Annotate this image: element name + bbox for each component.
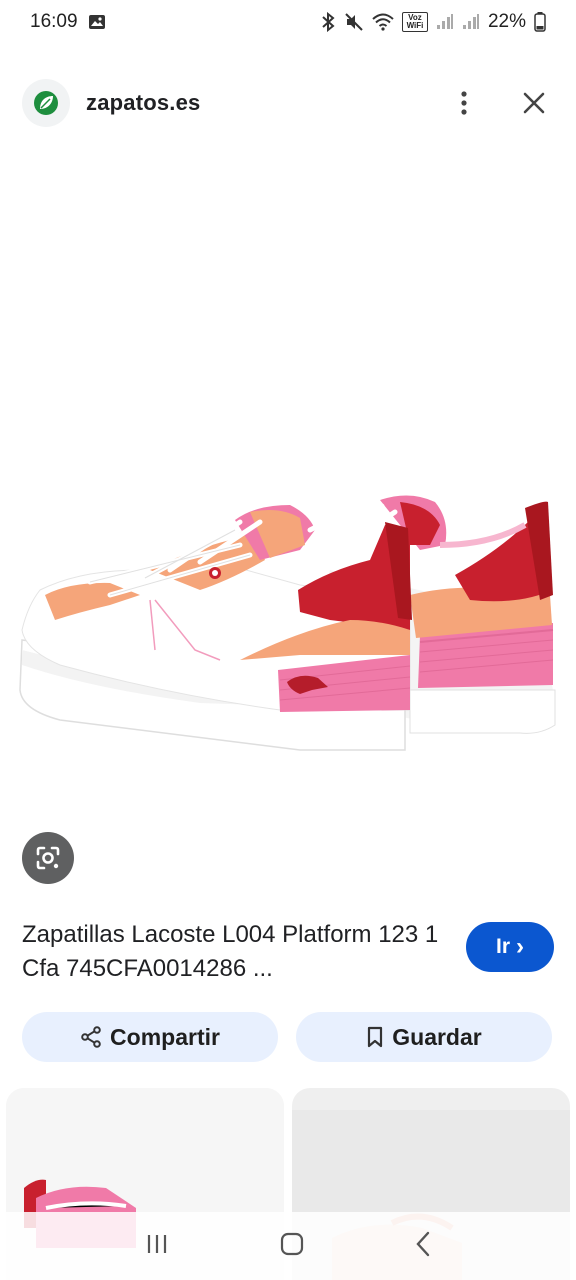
battery-percent: 22% (487, 11, 526, 32)
recent-apps-icon (148, 1234, 167, 1253)
site-header: zapatos.es (0, 72, 576, 134)
more-options-button[interactable] (444, 83, 484, 123)
system-nav-bar (0, 1212, 576, 1280)
mute-icon (344, 12, 364, 32)
image-icon (88, 13, 106, 31)
wifi-icon (372, 13, 394, 31)
back-icon (416, 1231, 429, 1256)
product-title[interactable]: Zapatillas Lacoste L004 Platform 123 1 C… (22, 918, 442, 986)
share-icon (81, 1026, 101, 1048)
lens-icon (36, 846, 60, 870)
close-icon (523, 92, 545, 114)
save-label: Guardar (392, 1023, 482, 1050)
share-button[interactable]: Compartir (22, 1012, 278, 1062)
bluetooth-icon (320, 12, 336, 32)
action-row: Compartir Guardar (22, 1012, 552, 1062)
status-bar: 16:09 Voz WiFi 22% (0, 0, 576, 44)
more-vert-icon (461, 91, 467, 115)
battery-icon (534, 12, 546, 32)
chevron-right-icon: › (516, 933, 524, 960)
visit-button-label: Ir (495, 935, 510, 958)
recent-apps-button[interactable] (145, 1233, 169, 1260)
result-title-row: Zapatillas Lacoste L004 Platform 123 1 C… (22, 918, 554, 986)
signal-icon-2 (462, 14, 480, 30)
site-favicon (22, 79, 70, 127)
signal-icon (436, 14, 454, 30)
front-shoe (19, 497, 412, 751)
product-image[interactable] (0, 150, 576, 900)
leaf-icon (34, 91, 58, 115)
google-lens-button[interactable] (22, 832, 74, 884)
save-button[interactable]: Guardar (296, 1012, 552, 1062)
close-button[interactable] (514, 83, 554, 123)
wifi-calling-label: Voz WiFi (406, 13, 424, 30)
screen: 16:09 Voz WiFi 22% zapatos.es Zapatillas… (0, 0, 576, 1280)
visit-button[interactable]: Ir › (466, 922, 554, 972)
share-label: Compartir (110, 1023, 220, 1050)
site-name[interactable]: zapatos.es (86, 90, 201, 116)
status-time: 16:09 (30, 11, 78, 32)
wifi-calling-badge: Voz WiFi (401, 12, 428, 32)
sneakers-image (19, 495, 556, 751)
bookmark-icon (368, 1026, 383, 1048)
back-button[interactable] (415, 1231, 431, 1262)
home-icon (280, 1232, 304, 1255)
home-button[interactable] (280, 1232, 304, 1261)
